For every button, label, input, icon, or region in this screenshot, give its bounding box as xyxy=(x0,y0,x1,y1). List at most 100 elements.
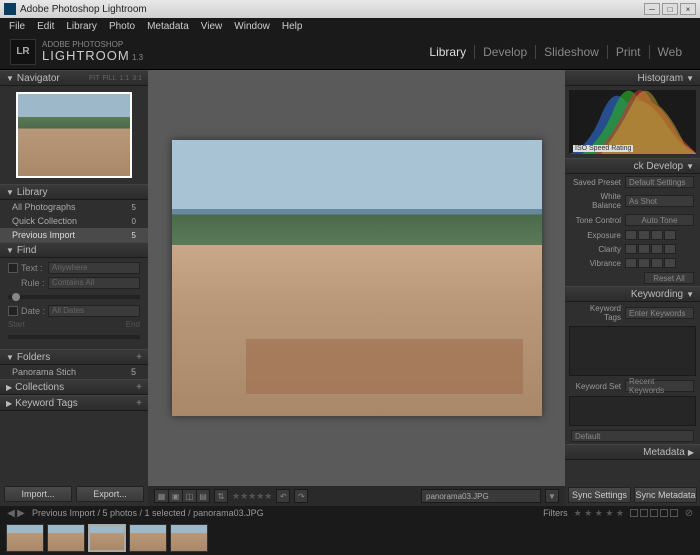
find-rule-label: Rule : xyxy=(21,278,45,288)
grid-view-icon[interactable]: ▦ xyxy=(154,489,168,503)
clarity-plus[interactable] xyxy=(651,244,663,254)
loupe-view-icon[interactable]: ▣ xyxy=(168,489,182,503)
toolbar-chevron-icon[interactable]: ▼ xyxy=(545,489,559,503)
menu-view[interactable]: View xyxy=(196,21,228,32)
filter-red[interactable] xyxy=(630,509,638,517)
vib-minus2[interactable] xyxy=(625,258,637,268)
filmstrip-thumb-selected[interactable] xyxy=(88,524,126,552)
maximize-button[interactable]: □ xyxy=(662,3,678,15)
module-web[interactable]: Web xyxy=(650,45,690,59)
keyword-set-area[interactable] xyxy=(569,396,696,426)
filmstrip-thumb[interactable] xyxy=(170,524,208,552)
menu-file[interactable]: File xyxy=(4,21,30,32)
lib-previous-import[interactable]: Previous Import5 xyxy=(0,228,148,242)
find-date-checkbox[interactable] xyxy=(8,306,18,316)
nav-fill[interactable]: FILL xyxy=(103,75,117,82)
nav-3-1[interactable]: 3:1 xyxy=(132,75,142,82)
filmstrip-thumb[interactable] xyxy=(129,524,167,552)
clarity-minus[interactable] xyxy=(638,244,650,254)
metadata-preset-dropdown[interactable]: Default xyxy=(571,430,694,442)
add-keyword-icon[interactable]: + xyxy=(136,398,142,409)
module-develop[interactable]: Develop xyxy=(475,45,536,59)
folders-header[interactable]: ▼ Folders + xyxy=(0,349,148,365)
histogram-header[interactable]: Histogram ▼ xyxy=(565,70,700,86)
collections-header[interactable]: ▶ Collections + xyxy=(0,379,148,395)
nav-fwd-icon[interactable]: ▶ xyxy=(16,508,26,519)
exp-minus2[interactable] xyxy=(625,230,637,240)
filter-toggle-icon[interactable]: ⊘ xyxy=(684,508,694,519)
add-folder-icon[interactable]: + xyxy=(136,352,142,363)
add-collection-icon[interactable]: + xyxy=(136,382,142,393)
exp-plus2[interactable] xyxy=(664,230,676,240)
clarity-plus2[interactable] xyxy=(664,244,676,254)
compare-view-icon[interactable]: ◫ xyxy=(182,489,196,503)
histogram-display[interactable]: ISO Speed Rating xyxy=(569,90,696,154)
quickdev-header[interactable]: ck Develop ▼ xyxy=(565,158,700,174)
exp-plus[interactable] xyxy=(651,230,663,240)
left-panel: ▼ Navigator FIT FILL 1:1 3:1 ▼ Library A… xyxy=(0,70,148,506)
reset-button[interactable]: Reset All xyxy=(644,272,694,284)
navigator-header[interactable]: ▼ Navigator FIT FILL 1:1 3:1 xyxy=(0,70,148,86)
filter-purple[interactable] xyxy=(670,509,678,517)
right-panel: Histogram ▼ ISO Speed Rating ck Develop … xyxy=(565,70,700,506)
keywordset-dropdown[interactable]: Recent Keywords xyxy=(625,380,694,392)
find-rule-dropdown[interactable]: Contains All xyxy=(48,277,140,289)
find-header[interactable]: ▼ Find xyxy=(0,242,148,258)
keywording-header[interactable]: Keywording ▼ xyxy=(565,286,700,302)
survey-view-icon[interactable]: ▤ xyxy=(196,489,210,503)
exp-minus[interactable] xyxy=(638,230,650,240)
sort-icon[interactable]: ⇅ xyxy=(214,489,228,503)
main-preview[interactable] xyxy=(172,140,542,416)
keyword-input[interactable]: Enter Keywords xyxy=(625,307,694,319)
find-slider[interactable] xyxy=(8,295,140,299)
import-button[interactable]: Import... xyxy=(4,486,72,502)
autotone-button[interactable]: Auto Tone xyxy=(625,214,694,226)
sync-settings-button[interactable]: Sync Settings xyxy=(568,487,631,503)
filmstrip-thumb[interactable] xyxy=(47,524,85,552)
filter-yellow[interactable] xyxy=(640,509,648,517)
find-text-checkbox[interactable] xyxy=(8,263,18,273)
navigator-preview[interactable] xyxy=(16,92,132,178)
keyword-tags-area[interactable] xyxy=(569,326,696,376)
preset-dropdown[interactable]: Default Settings xyxy=(625,176,694,188)
vib-plus[interactable] xyxy=(651,258,663,268)
find-date-dropdown[interactable]: All Dates xyxy=(48,305,140,317)
filename-display[interactable]: panorama03.JPG xyxy=(421,489,541,503)
filter-green[interactable] xyxy=(650,509,658,517)
sync-metadata-button[interactable]: Sync Metadata xyxy=(634,487,697,503)
library-header[interactable]: ▼ Library xyxy=(0,184,148,200)
find-text-dropdown[interactable]: Anywhere xyxy=(48,262,140,274)
module-slideshow[interactable]: Slideshow xyxy=(536,45,608,59)
vib-minus[interactable] xyxy=(638,258,650,268)
chevron-down-icon: ▼ xyxy=(686,74,694,83)
vib-plus2[interactable] xyxy=(664,258,676,268)
menu-photo[interactable]: Photo xyxy=(104,21,140,32)
nav-1-1[interactable]: 1:1 xyxy=(120,75,130,82)
folder-item[interactable]: Panorama Stich5 xyxy=(0,365,148,379)
menu-help[interactable]: Help xyxy=(277,21,308,32)
module-library[interactable]: Library xyxy=(421,45,475,59)
lib-quick-collection[interactable]: Quick Collection0 xyxy=(0,214,148,228)
filmstrip-thumb[interactable] xyxy=(6,524,44,552)
wb-dropdown[interactable]: As Shot xyxy=(625,195,694,207)
nav-back-icon[interactable]: ◀ xyxy=(6,508,16,519)
clarity-minus2[interactable] xyxy=(625,244,637,254)
rotate-left-icon[interactable]: ↶ xyxy=(276,489,290,503)
module-print[interactable]: Print xyxy=(608,45,650,59)
menu-library[interactable]: Library xyxy=(61,21,102,32)
menu-window[interactable]: Window xyxy=(229,21,275,32)
minimize-button[interactable]: ─ xyxy=(644,3,660,15)
filter-blue[interactable] xyxy=(660,509,668,517)
menu-metadata[interactable]: Metadata xyxy=(142,21,194,32)
chevron-right-icon: ▶ xyxy=(688,448,694,457)
close-button[interactable]: × xyxy=(680,3,696,15)
rating-stars[interactable]: ★★★★★ xyxy=(232,491,272,502)
nav-fit[interactable]: FIT xyxy=(89,75,100,82)
menu-edit[interactable]: Edit xyxy=(32,21,59,32)
export-button[interactable]: Export... xyxy=(76,486,144,502)
find-date-slider[interactable] xyxy=(8,335,140,339)
keywordtags-header[interactable]: ▶ Keyword Tags + xyxy=(0,395,148,411)
lib-all-photos[interactable]: All Photographs5 xyxy=(0,200,148,214)
metadata-header[interactable]: Metadata ▶ xyxy=(565,444,700,460)
rotate-right-icon[interactable]: ↷ xyxy=(294,489,308,503)
